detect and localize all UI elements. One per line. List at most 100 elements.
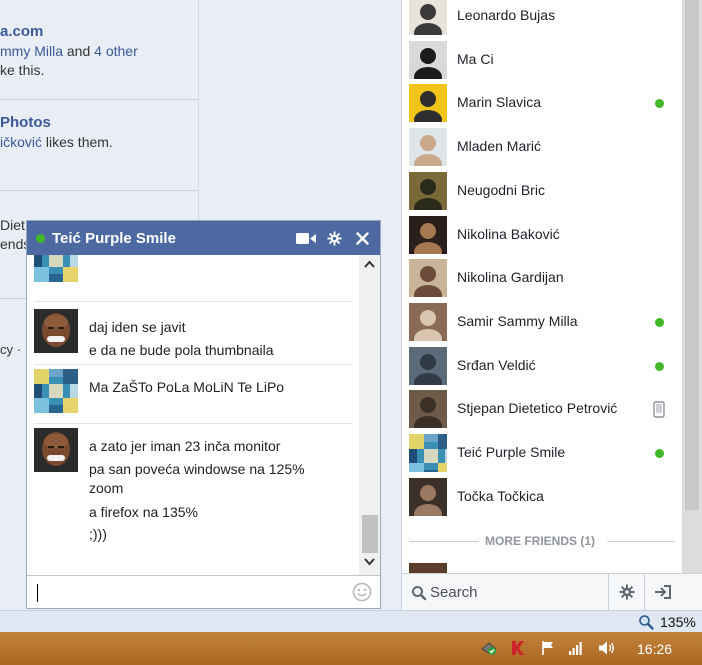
sender-avatar[interactable]: [34, 255, 78, 282]
friend-name: Mladen Marić: [457, 138, 542, 155]
friend-avatar: [409, 390, 447, 429]
friend-avatar-partial[interactable]: [409, 563, 447, 573]
mobile-phone-icon: [653, 401, 665, 418]
friend-name: Srđan Veldić: [457, 356, 536, 373]
feed-divider: [0, 190, 198, 191]
divider-line: [409, 541, 479, 542]
browser-status-bar: 135%: [0, 610, 702, 632]
feed-divider: [0, 99, 198, 100]
feed-story-title[interactable]: a.com: [0, 23, 43, 40]
text-caret: [37, 584, 38, 602]
chat-title[interactable]: Teić Purple Smile: [52, 230, 292, 247]
friend-avatar: [409, 0, 447, 35]
friend-avatar: [409, 84, 447, 123]
feed-and-text: and: [63, 43, 95, 59]
friend-name: Samir Sammy Milla: [457, 312, 578, 329]
chat-scroll-thumb[interactable]: [362, 515, 378, 553]
message-text: Ma ZaŠTo PoLa MoLiN Te LiPo: [89, 379, 285, 395]
search-icon: [412, 586, 427, 601]
message-text: a zato jer iman 23 inča monitor: [89, 438, 281, 454]
sidebar-scrollbar[interactable]: [682, 0, 702, 573]
feed-likes-suffix: ke this.: [0, 62, 45, 78]
message-text: daj iden se javit: [89, 319, 186, 335]
sign-in-arrow-icon: [654, 585, 671, 599]
friend-row[interactable]: Nikolina Gardijan: [402, 257, 682, 300]
online-status-dot: [655, 361, 664, 371]
close-chat-button[interactable]: [348, 221, 376, 255]
friend-row[interactable]: Teić Purple Smile: [402, 432, 682, 475]
video-camera-icon: [296, 232, 316, 244]
friend-avatar: [409, 171, 447, 210]
feed-photo-liker-link[interactable]: ičković: [0, 134, 42, 150]
feed-likes-line: mmy Milla and 4 other: [0, 43, 138, 59]
message-divider: [34, 364, 352, 365]
feed-others-link[interactable]: 4 other: [94, 43, 138, 59]
sender-avatar[interactable]: [34, 309, 78, 353]
signal-bars-icon[interactable]: [568, 640, 584, 656]
feed-footer-link[interactable]: cy ·: [0, 342, 21, 357]
gear-icon: [326, 230, 342, 246]
close-icon: [355, 231, 369, 245]
friend-name: Točka Točkica: [457, 487, 544, 504]
more-friends-label[interactable]: MORE FRIENDS (1): [485, 534, 595, 548]
feed-photos-title[interactable]: Photos: [0, 114, 51, 131]
friend-row[interactable]: Srđan Veldić: [402, 345, 682, 388]
message-text: e da ne bude pola thumbnaila: [89, 342, 274, 358]
chat-header[interactable]: Teić Purple Smile: [27, 221, 380, 255]
friend-name: Teić Purple Smile: [457, 444, 566, 460]
friend-avatar: [409, 128, 447, 167]
more-friends-divider: MORE FRIENDS (1): [402, 532, 682, 550]
chat-conversation[interactable]: AAHHAHAHHAAdaj iden se javite da ne bude…: [27, 255, 380, 575]
message-text: a firefox na 135%: [89, 504, 198, 520]
message-text: zoom: [89, 480, 124, 496]
friend-avatar: [409, 215, 447, 254]
sidebar-search-bar: Search: [401, 573, 702, 610]
online-status-dot: [655, 449, 664, 458]
feed-photo-likes-text: likes them.: [42, 134, 113, 150]
online-status-dot: [36, 233, 45, 243]
sender-avatar[interactable]: [34, 369, 78, 413]
taskbar-clock[interactable]: 16:26: [637, 641, 672, 657]
friend-avatar: [409, 434, 447, 472]
chat-settings-button[interactable]: [320, 221, 348, 255]
antivirus-k-icon[interactable]: [509, 640, 525, 656]
popout-button[interactable]: [644, 574, 680, 610]
feed-liker-link[interactable]: mmy Milla: [0, 43, 63, 59]
friend-row[interactable]: Samir Sammy Milla: [402, 301, 682, 344]
online-status-dot: [655, 317, 664, 327]
friend-row[interactable]: Mladen Marić: [402, 126, 682, 169]
volume-speaker-icon[interactable]: [598, 640, 616, 656]
friend-name: Leonardo Bujas: [457, 7, 556, 23]
sidebar-scroll-thumb[interactable]: [685, 0, 699, 510]
friend-row[interactable]: Marin Slavica: [402, 82, 682, 125]
video-call-button[interactable]: [292, 221, 320, 255]
friend-row[interactable]: Stjepan Dietetico Petrović: [402, 388, 682, 431]
magnifier-zoom-icon[interactable]: [638, 614, 654, 630]
search-input[interactable]: Search: [430, 584, 478, 601]
friend-row[interactable]: Točka Točkica: [402, 476, 682, 519]
message-text: pa san poveća windowse na 125%: [89, 461, 305, 477]
feed-fragment-link[interactable]: Diet: [0, 217, 25, 233]
online-status-dot: [655, 99, 664, 109]
friend-avatar: [409, 40, 447, 79]
emoji-icon[interactable]: [352, 582, 372, 602]
message-divider: [34, 423, 352, 424]
friend-row[interactable]: Leonardo Bujas: [402, 0, 682, 38]
friend-name: Marin Slavica: [457, 94, 542, 111]
chat-window: Teić Purple Smile daj iden se javit e da…: [26, 220, 381, 609]
chat-scrollbar[interactable]: [359, 255, 380, 575]
chat-message-input[interactable]: [27, 575, 380, 608]
friend-name: Nikolina Gardijan: [457, 269, 564, 286]
friend-row[interactable]: Nikolina Baković: [402, 214, 682, 257]
scroll-up-arrow-icon[interactable]: [364, 260, 375, 268]
gear-icon: [619, 584, 634, 600]
zoom-level[interactable]: 135%: [660, 614, 696, 630]
sender-avatar[interactable]: [34, 428, 78, 472]
network-tray-icon[interactable]: [480, 640, 498, 656]
chat-options-button[interactable]: [608, 574, 644, 610]
friend-row[interactable]: Neugodni Bric: [402, 170, 682, 213]
action-center-flag-icon[interactable]: [540, 640, 556, 656]
scroll-down-arrow-icon[interactable]: [364, 558, 375, 566]
divider-line: [607, 541, 675, 542]
friend-row[interactable]: Ma Ci: [402, 39, 682, 82]
